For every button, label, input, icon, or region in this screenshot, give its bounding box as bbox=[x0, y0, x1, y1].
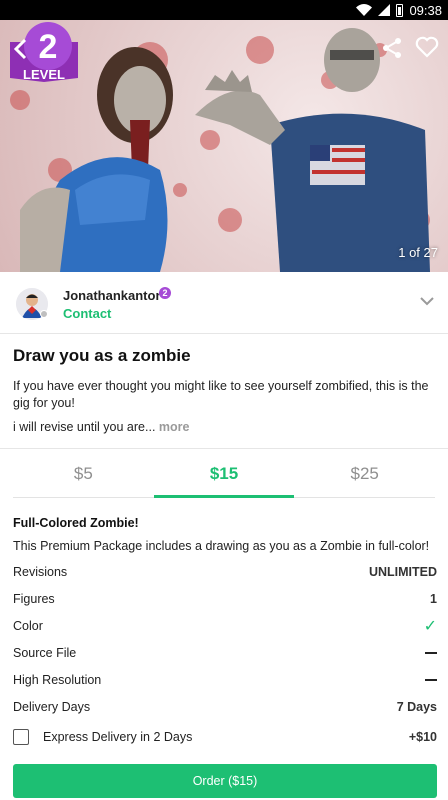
svg-text:2: 2 bbox=[39, 28, 58, 66]
feature-row-figures: Figures 1 bbox=[13, 590, 437, 608]
order-button[interactable]: Order ($15) bbox=[13, 764, 437, 798]
express-delivery-checkbox[interactable] bbox=[13, 729, 29, 745]
package-description: This Premium Package includes a drawing … bbox=[13, 539, 430, 553]
feature-label: Revisions bbox=[13, 565, 68, 579]
feature-label: High Resolution bbox=[13, 673, 102, 687]
online-status-dot bbox=[40, 310, 48, 318]
feature-value: 7 Days bbox=[396, 700, 437, 714]
feature-row-high-resolution: High Resolution bbox=[13, 671, 437, 689]
clock: 09:38 bbox=[409, 2, 442, 18]
express-delivery-option[interactable]: Express Delivery in 2 Days +$10 bbox=[13, 727, 437, 747]
feature-row-color: Color ✓ bbox=[13, 617, 437, 635]
battery-icon bbox=[396, 3, 404, 17]
feature-row-source-file: Source File bbox=[13, 644, 437, 662]
feature-label: Source File bbox=[13, 646, 77, 660]
gig-excerpt-line: i will revise until you are... more bbox=[13, 420, 189, 434]
wifi-icon bbox=[356, 4, 373, 16]
svg-text:LEVEL: LEVEL bbox=[23, 67, 65, 82]
image-counter: 1 of 27 bbox=[398, 245, 438, 260]
feature-value: UNLIMITED bbox=[368, 565, 437, 579]
section-divider bbox=[0, 448, 448, 449]
seller-level-badge: 2 bbox=[159, 287, 171, 299]
express-delivery-label: Express Delivery in 2 Days bbox=[43, 730, 193, 744]
package-title: Full-Colored Zombie! bbox=[13, 516, 139, 530]
tab-standard[interactable]: $15 bbox=[153, 450, 295, 498]
feature-label: Color bbox=[13, 619, 43, 633]
gig-image-carousel[interactable]: 2 LEVEL 1 of 27 bbox=[0, 20, 448, 272]
dash-icon bbox=[425, 678, 437, 682]
express-delivery-price: +$10 bbox=[408, 730, 437, 744]
tab-premium[interactable]: $25 bbox=[294, 450, 435, 497]
feature-label: Figures bbox=[13, 592, 55, 606]
package-tabs: $5 $15 $25 bbox=[13, 450, 435, 498]
signal-icon bbox=[378, 4, 391, 16]
dash-icon bbox=[425, 651, 437, 655]
feature-value: 1 bbox=[430, 592, 437, 606]
chevron-down-icon[interactable] bbox=[420, 296, 434, 306]
seller-row[interactable]: Jonathankantor 2 Contact bbox=[0, 272, 448, 334]
feature-row-revisions: Revisions UNLIMITED bbox=[13, 563, 437, 581]
contact-link[interactable]: Contact bbox=[63, 306, 111, 321]
gig-title: Draw you as a zombie bbox=[13, 346, 191, 365]
feature-row-delivery-days: Delivery Days 7 Days bbox=[13, 698, 437, 716]
tab-basic[interactable]: $5 bbox=[13, 450, 154, 497]
gig-excerpt: i will revise until you are... bbox=[13, 420, 156, 434]
status-bar: 09:38 bbox=[0, 0, 448, 20]
feature-label: Delivery Days bbox=[13, 700, 91, 714]
share-icon[interactable] bbox=[380, 36, 404, 60]
more-link[interactable]: more bbox=[159, 420, 190, 434]
heart-icon[interactable] bbox=[414, 34, 440, 60]
seller-name[interactable]: Jonathankantor bbox=[63, 288, 161, 303]
back-arrow-icon[interactable] bbox=[8, 36, 34, 62]
gig-description: If you have ever thought you might like … bbox=[13, 379, 429, 410]
checkmark-icon: ✓ bbox=[423, 618, 437, 635]
